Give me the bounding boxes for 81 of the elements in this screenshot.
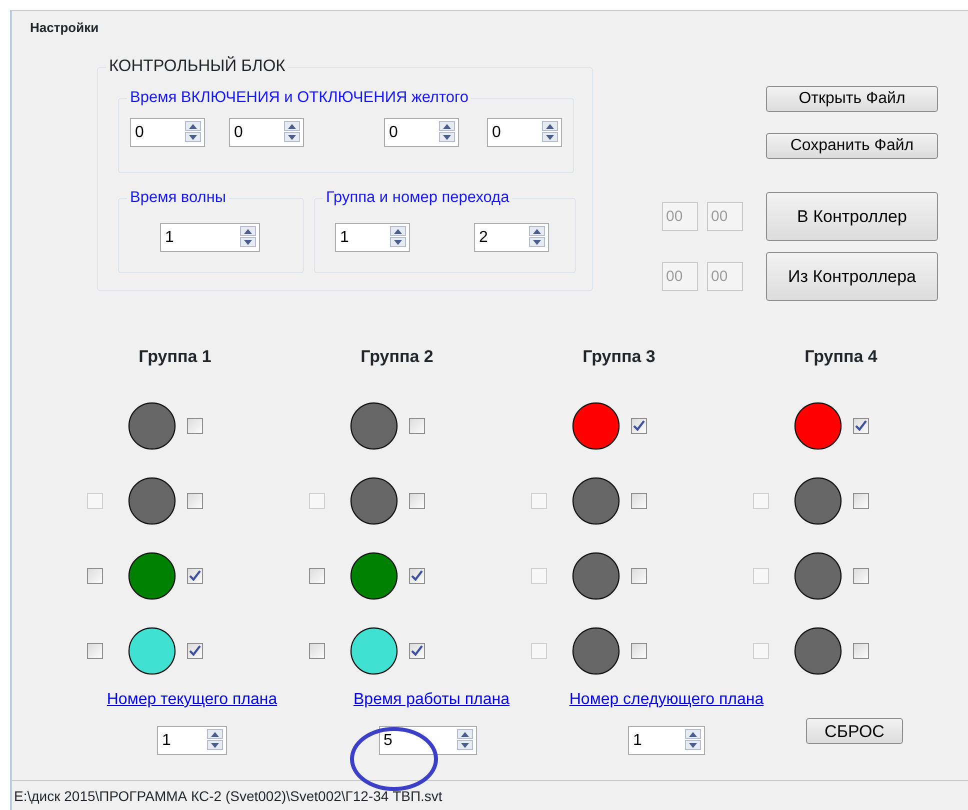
spin-up-button[interactable] bbox=[529, 226, 545, 236]
group-title: Время ВКЛЮЧЕНИЯ и ОТКЛЮЧЕНИЯ желтого bbox=[127, 88, 472, 108]
up-arrow-icon bbox=[211, 732, 219, 736]
spin-up-button[interactable] bbox=[685, 729, 701, 739]
spin-up-button[interactable] bbox=[207, 729, 223, 739]
spin-up-button[interactable] bbox=[284, 121, 300, 131]
down-arrow-icon bbox=[533, 240, 541, 244]
checkbox[interactable] bbox=[853, 418, 869, 434]
spin-down-button[interactable] bbox=[529, 237, 545, 247]
status-text: E:\диск 2015\ПРОГРАММА КС-2 (Svet002)\Svet002\Г12-34 ТВП.svt bbox=[12, 780, 968, 810]
up-arrow-icon bbox=[443, 124, 451, 128]
checkbox[interactable] bbox=[631, 492, 647, 508]
checkbox[interactable] bbox=[409, 492, 425, 508]
down-arrow-icon bbox=[211, 742, 219, 748]
checkbox[interactable] bbox=[87, 642, 103, 658]
spin-up-button[interactable] bbox=[456, 729, 472, 739]
checkbox[interactable] bbox=[409, 418, 425, 434]
file-button[interactable]: Открыть Файл bbox=[766, 86, 938, 112]
window-title: Настройки bbox=[30, 19, 99, 37]
up-arrow-icon bbox=[533, 228, 541, 234]
up-arrow-icon bbox=[689, 732, 697, 736]
spin-up-button[interactable] bbox=[542, 121, 558, 131]
spin-down-button[interactable] bbox=[390, 237, 406, 247]
checkbox[interactable] bbox=[309, 568, 325, 584]
plan-link[interactable]: Номер следующего плана bbox=[569, 688, 764, 712]
group-title: Время волны bbox=[127, 188, 230, 208]
readonly-field: 00 bbox=[707, 262, 743, 291]
spin-down-button[interactable] bbox=[542, 132, 558, 142]
spin-up-button[interactable] bbox=[439, 121, 455, 131]
plan-link[interactable]: Время работы плана bbox=[354, 688, 510, 712]
group-heading: Группа 1 bbox=[138, 346, 212, 368]
group-title: Группа и номер перехода bbox=[323, 188, 512, 208]
checkbox[interactable] bbox=[309, 642, 325, 658]
checkbox[interactable] bbox=[853, 492, 869, 508]
checkbox[interactable] bbox=[187, 418, 203, 434]
checkbox[interactable] bbox=[187, 492, 203, 508]
spin-down-button[interactable] bbox=[284, 132, 300, 142]
down-arrow-icon bbox=[443, 134, 451, 140]
up-arrow-icon bbox=[460, 732, 468, 736]
spin-down-button[interactable] bbox=[185, 132, 201, 142]
up-arrow-icon bbox=[288, 124, 296, 128]
up-arrow-icon bbox=[189, 124, 197, 128]
checkbox[interactable] bbox=[187, 568, 203, 584]
up-arrow-icon bbox=[546, 124, 554, 128]
file-button[interactable]: Сохранить Файл bbox=[766, 133, 938, 159]
readonly-field: 00 bbox=[662, 202, 698, 231]
group-heading: Группа 2 bbox=[360, 346, 434, 368]
down-arrow-icon bbox=[189, 134, 197, 140]
checkbox[interactable] bbox=[853, 642, 869, 658]
spin-up-button[interactable] bbox=[185, 121, 201, 131]
spin-down-button[interactable] bbox=[685, 740, 701, 750]
plan-link[interactable]: Номер текущего плана bbox=[106, 688, 278, 712]
down-arrow-icon bbox=[460, 742, 468, 748]
group-heading: Группа 3 bbox=[582, 346, 656, 368]
spin-down-button[interactable] bbox=[439, 132, 455, 142]
checkbox[interactable] bbox=[87, 568, 103, 584]
checkbox[interactable] bbox=[409, 642, 425, 658]
down-arrow-icon bbox=[288, 134, 296, 140]
spin-up-button[interactable] bbox=[240, 226, 256, 236]
group-heading: Группа 4 bbox=[804, 346, 878, 368]
checkbox[interactable] bbox=[853, 568, 869, 584]
checkbox[interactable] bbox=[631, 418, 647, 434]
up-arrow-icon bbox=[394, 228, 402, 234]
reset-button[interactable]: СБРОС bbox=[806, 718, 903, 744]
checkbox[interactable] bbox=[631, 642, 647, 658]
readonly-field: 00 bbox=[662, 262, 698, 291]
down-arrow-icon bbox=[689, 742, 697, 748]
checkbox[interactable] bbox=[187, 642, 203, 658]
spin-down-button[interactable] bbox=[207, 740, 223, 750]
controller-button[interactable]: Из Контроллера bbox=[766, 252, 938, 301]
checkbox[interactable] bbox=[631, 568, 647, 584]
down-arrow-icon bbox=[244, 240, 252, 244]
spin-down-button[interactable] bbox=[240, 237, 256, 247]
spin-down-button[interactable] bbox=[456, 740, 472, 750]
spin-up-button[interactable] bbox=[390, 226, 406, 236]
checkbox[interactable] bbox=[409, 568, 425, 584]
up-arrow-icon bbox=[244, 228, 252, 234]
readonly-field: 00 bbox=[707, 202, 743, 231]
down-arrow-icon bbox=[546, 134, 554, 140]
down-arrow-icon bbox=[394, 240, 402, 244]
controller-button[interactable]: В Контроллер bbox=[766, 192, 938, 241]
